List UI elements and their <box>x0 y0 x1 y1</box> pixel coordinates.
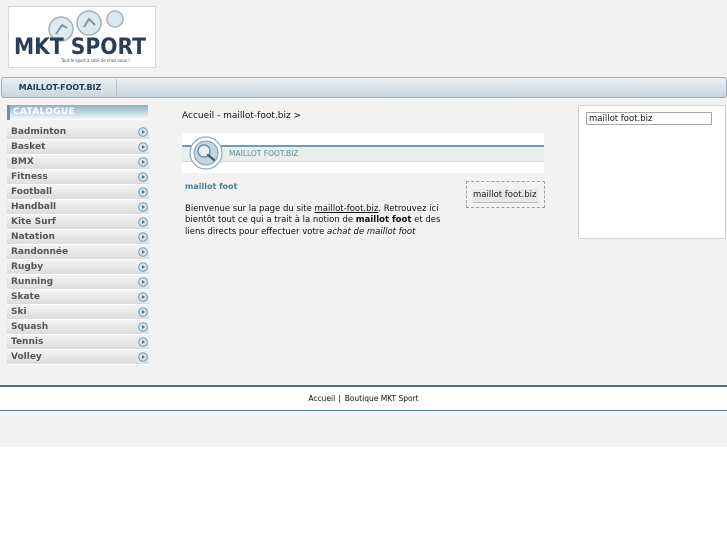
catalogue-item-label: Volley <box>11 352 42 362</box>
tag-label[interactable]: maillot foot.biz <box>473 189 538 203</box>
catalogue-item-label: Football <box>11 187 53 197</box>
catalogue-item-volley[interactable]: Volley <box>7 350 149 365</box>
footer: Accueil | Boutique MKT Sport <box>0 387 727 411</box>
arrow-right-icon <box>138 262 148 272</box>
catalogue-item-badminton[interactable]: Badminton <box>7 125 149 140</box>
catalogue-item-label: Basket <box>11 142 46 152</box>
arrow-right-icon <box>138 187 148 197</box>
section-title: maillot foot <box>185 182 238 191</box>
arrow-right-icon <box>138 127 148 137</box>
sport-emblem-icon <box>189 136 223 170</box>
catalogue-item-label: Badminton <box>11 127 67 137</box>
breadcrumb[interactable]: Accueil - maillot-foot.biz > <box>182 111 301 121</box>
site-logo[interactable]: MKT SPORT Tout le sport à côté de chez v… <box>8 6 156 68</box>
catalogue-item-basket[interactable]: Basket <box>7 140 149 155</box>
catalogue-item-label: Natation <box>11 232 55 242</box>
arrow-right-icon <box>138 172 148 182</box>
catalogue-item-label: Tennis <box>11 337 44 347</box>
catalogue-item-label: Squash <box>11 322 49 332</box>
arrow-right-icon <box>138 307 148 317</box>
catalogue-item-football[interactable]: Football <box>7 185 149 200</box>
search-input[interactable] <box>586 112 712 125</box>
catalogue-item-label: Running <box>11 277 54 287</box>
catalogue-item-skate[interactable]: Skate <box>7 290 149 305</box>
catalogue-item-fitness[interactable]: Fitness <box>7 170 149 185</box>
catalogue-item-label: Rugby <box>11 262 44 272</box>
arrow-right-icon <box>138 157 148 167</box>
catalogue-item-kite-surf[interactable]: Kite Surf <box>7 215 149 230</box>
catalogue-item-label: Skate <box>11 292 40 302</box>
para-intro: Bienvenue sur la page du site <box>185 204 315 214</box>
arrow-right-icon <box>138 217 148 227</box>
catalogue-item-natation[interactable]: Natation <box>7 230 149 245</box>
catalogue-item-squash[interactable]: Squash <box>7 320 149 335</box>
arrow-right-icon <box>138 322 148 332</box>
catalogue-item-label: Ski <box>11 307 27 317</box>
catalogue-item-label: BMX <box>11 157 34 167</box>
arrow-right-icon <box>138 202 148 212</box>
footer-separator: | <box>338 394 341 403</box>
arrow-right-icon <box>138 352 148 362</box>
catalogue-item-label: Fitness <box>11 172 48 182</box>
arrow-right-icon <box>138 337 148 347</box>
catalogue-item-tennis[interactable]: Tennis <box>7 335 149 350</box>
arrow-right-icon <box>138 142 148 152</box>
nav-tab-maillot-foot[interactable]: MAILLOT-FOOT.BIZ <box>4 79 117 96</box>
catalogue-item-handball[interactable]: Handball <box>7 200 149 215</box>
intro-paragraph: Bienvenue sur la page du site maillot-fo… <box>185 204 453 238</box>
catalogue-item-running[interactable]: Running <box>7 275 149 290</box>
content-banner: MAILLOT FOOT.BIZ <box>182 133 544 173</box>
catalogue-item-label: Randonnée <box>11 247 69 257</box>
arrow-right-icon <box>138 232 148 242</box>
footer-home-link[interactable]: Accueil <box>308 394 335 403</box>
footer-shop-link[interactable]: Boutique MKT Sport <box>345 394 419 403</box>
catalogue-heading: CATALOGUE <box>7 105 148 120</box>
arrow-right-icon <box>138 277 148 287</box>
logo-brand: MKT SPORT <box>14 35 146 60</box>
banner-title: MAILLOT FOOT.BIZ <box>229 149 299 158</box>
site-link[interactable]: maillot-foot.biz <box>315 204 379 214</box>
catalogue-item-label: Handball <box>11 202 57 212</box>
catalogue-item-randonnee[interactable]: Randonnée <box>7 245 149 260</box>
catalogue-item-rugby[interactable]: Rugby <box>7 260 149 275</box>
arrow-right-icon <box>138 247 148 257</box>
para-action: achat de maillot foot <box>327 226 416 237</box>
arrow-right-icon <box>138 292 148 302</box>
right-panel <box>578 105 726 239</box>
top-navigation-bar: MAILLOT-FOOT.BIZ <box>1 77 727 98</box>
logo-tagline: Tout le sport à côté de chez vous ! <box>60 58 130 63</box>
catalogue-list: Badminton Basket BMX Fitness Football Ha… <box>7 125 149 365</box>
catalogue-item-bmx[interactable]: BMX <box>7 155 149 170</box>
catalogue-item-label: Kite Surf <box>11 217 56 227</box>
para-keyword: maillot foot <box>355 215 412 226</box>
tag-box: maillot foot.biz <box>466 181 545 208</box>
catalogue-item-ski[interactable]: Ski <box>7 305 149 320</box>
